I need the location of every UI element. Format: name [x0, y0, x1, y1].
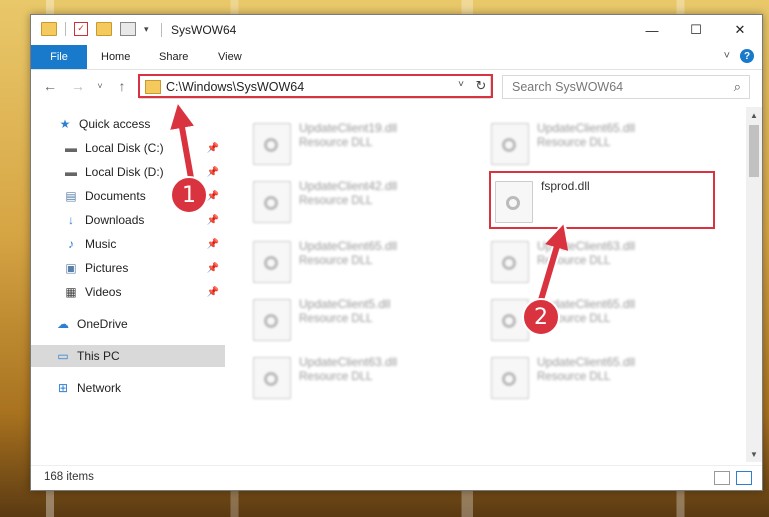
file-item[interactable]: UpdateClient42.dll Resource DLL	[253, 177, 473, 227]
quick-access-toolbar: ✓ ▾	[41, 22, 149, 36]
sidebar-item-network[interactable]: ⊞ Network	[31, 377, 225, 399]
video-icon: ▦	[65, 285, 77, 299]
maximize-button[interactable]: ☐	[674, 15, 718, 45]
network-icon: ⊞	[57, 381, 69, 395]
dll-file-icon	[491, 241, 529, 283]
document-icon: ▤	[65, 189, 77, 203]
window-title: SysWOW64	[171, 23, 237, 37]
pin-icon[interactable]: 📌	[207, 143, 219, 154]
forward-button[interactable]: →	[69, 77, 87, 95]
search-icon[interactable]: ⌕	[734, 79, 741, 95]
pin-icon[interactable]: 📌	[207, 191, 219, 202]
sidebar-item-quick-access[interactable]: ★ Quick access	[31, 113, 225, 135]
file-item[interactable]: UpdateClient63.dll Resource DLL	[491, 237, 711, 287]
folder-icon	[41, 22, 57, 36]
pin-icon[interactable]: 📌	[207, 167, 219, 178]
sidebar-item-label: Downloads	[85, 213, 145, 227]
dll-file-icon	[491, 123, 529, 165]
new-folder-icon[interactable]	[96, 22, 112, 36]
sidebar-item-label: Network	[77, 381, 122, 395]
scroll-down-icon[interactable]: ▼	[746, 446, 762, 462]
address-highlight-box	[138, 74, 493, 98]
properties-check-icon[interactable]: ✓	[74, 22, 88, 36]
up-button[interactable]: ↑	[113, 77, 131, 95]
file-item[interactable]: UpdateClient65.dll Resource DLL	[491, 353, 711, 403]
navigation-bar: ← → ˅ ↑ C:\Windows\SysWOW64 ˅ ↻ Search S…	[31, 71, 762, 103]
pin-icon[interactable]: 📌	[207, 287, 219, 298]
file-item[interactable]: UpdateClient63.dll Resource DLL	[253, 353, 473, 403]
tab-home[interactable]: Home	[101, 45, 130, 69]
cloud-icon: ☁	[57, 317, 69, 331]
sidebar-item-local-disk-c[interactable]: ▬ Local Disk (C:) 📌	[31, 137, 225, 159]
dll-file-icon	[253, 299, 291, 341]
sidebar-item-videos[interactable]: ▦ Videos 📌	[31, 281, 225, 303]
vertical-scrollbar[interactable]: ▲ ▼	[746, 107, 762, 462]
back-button[interactable]: ←	[41, 77, 59, 95]
large-icons-view-icon[interactable]	[736, 471, 752, 485]
step-marker-2: 2	[522, 298, 560, 336]
drive-icon: ▬	[65, 141, 77, 155]
sidebar-item-label: Videos	[85, 285, 122, 299]
recent-locations-button[interactable]: ˅	[91, 77, 109, 95]
scroll-up-icon[interactable]: ▲	[746, 107, 762, 123]
drive-icon: ▬	[65, 165, 77, 179]
sidebar-item-label: Pictures	[85, 261, 129, 275]
scroll-thumb[interactable]	[749, 125, 759, 177]
minimize-button[interactable]: —	[630, 15, 674, 45]
pin-icon[interactable]: 📌	[207, 215, 219, 226]
search-input[interactable]: Search SysWOW64	[512, 80, 623, 94]
dll-file-icon	[253, 123, 291, 165]
sidebar-item-music[interactable]: ♪ Music 📌	[31, 233, 225, 255]
sidebar-item-label: OneDrive	[77, 317, 128, 331]
file-item[interactable]: UpdateClient65.dll Resource DLL	[253, 237, 473, 287]
file-item[interactable]: UpdateClient65.dll Resource DLL	[491, 119, 711, 169]
file-explorer-window: ✓ ▾ SysWOW64 — ☐ ✕ File Home Share View …	[30, 14, 763, 491]
sidebar-item-label: Music	[85, 237, 117, 251]
file-item[interactable]: UpdateClient5.dll Resource DLL	[253, 295, 473, 345]
picture-icon: ▣	[65, 261, 77, 275]
details-view-icon[interactable]	[714, 471, 730, 485]
sidebar-item-pictures[interactable]: ▣ Pictures 📌	[31, 257, 225, 279]
sidebar-item-label: This PC	[77, 349, 120, 363]
navigation-pane: ★ Quick access ▬ Local Disk (C:) 📌 ▬ Loc…	[31, 107, 225, 462]
step-marker-1: 1	[170, 176, 208, 214]
window-controls: — ☐ ✕	[630, 15, 762, 45]
tab-share[interactable]: Share	[159, 45, 188, 69]
tab-view[interactable]: View	[218, 45, 242, 69]
sidebar-item-label: Quick access	[79, 117, 151, 131]
computer-icon: ▭	[57, 349, 69, 363]
file-item[interactable]: UpdateClient19.dll Resource DLL	[253, 119, 473, 169]
sidebar-item-label: Local Disk (D:)	[85, 165, 164, 179]
ribbon-tabs: File Home Share View ˅ ?	[31, 45, 762, 70]
item-count: 168 items	[44, 471, 94, 483]
sidebar-item-onedrive[interactable]: ☁ OneDrive	[31, 313, 225, 335]
music-icon: ♪	[68, 237, 74, 251]
dll-file-icon	[253, 181, 291, 223]
title-bar: ✓ ▾ SysWOW64 — ☐ ✕	[31, 15, 762, 45]
sidebar-item-label: Documents	[85, 189, 146, 203]
customize-toolbar-icon[interactable]	[120, 22, 136, 36]
tab-file[interactable]: File	[31, 45, 87, 69]
pin-icon[interactable]: 📌	[207, 239, 219, 250]
dll-file-icon	[253, 357, 291, 399]
file-highlight-box	[489, 171, 715, 229]
close-button[interactable]: ✕	[718, 15, 762, 45]
pin-icon[interactable]: 📌	[207, 263, 219, 274]
search-box[interactable]: Search SysWOW64 ⌕	[502, 75, 750, 99]
status-bar: 168 items	[31, 465, 762, 490]
toolbar-dropdown-icon[interactable]: ▾	[144, 24, 149, 35]
star-icon: ★	[59, 117, 71, 131]
expand-ribbon-icon[interactable]: ˅	[724, 50, 730, 62]
download-icon: ↓	[68, 213, 74, 227]
file-list: UpdateClient19.dll Resource DLL UpdateCl…	[227, 107, 745, 462]
dll-file-icon	[253, 241, 291, 283]
dll-file-icon	[491, 357, 529, 399]
sidebar-item-label: Local Disk (C:)	[85, 141, 164, 155]
help-icon[interactable]: ?	[740, 49, 754, 63]
sidebar-item-this-pc[interactable]: ▭ This PC	[31, 345, 225, 367]
